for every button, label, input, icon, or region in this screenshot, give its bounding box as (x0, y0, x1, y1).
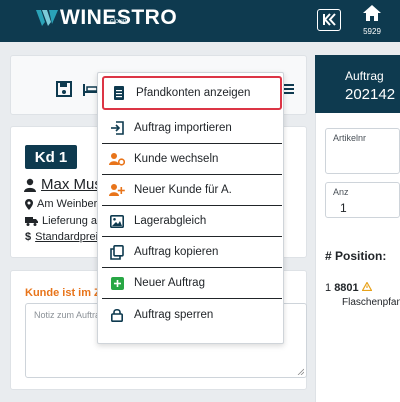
order-header: Auftrag 202142 (315, 55, 400, 113)
brand-logo[interactable]: WINESTRO (36, 7, 177, 35)
customer-warning: Kunde ist im Z (25, 287, 101, 299)
truck-icon (25, 216, 38, 226)
article-number-label: Artikelnr (333, 133, 367, 143)
document-icon (110, 84, 128, 102)
position-index: 1 (325, 282, 332, 294)
quantity-label: Anz (333, 187, 349, 197)
customer-number-badge[interactable]: Kd 1 (25, 145, 77, 169)
double-chevron-left-icon (323, 13, 336, 26)
menu-item-label: Auftrag sperren (134, 308, 214, 321)
menu-item-label: Auftrag kopieren (134, 246, 219, 258)
import-icon (108, 119, 126, 137)
resize-handle-icon[interactable] (297, 368, 304, 375)
menu-item-label: Lagerabgleich (134, 215, 207, 227)
menu-item-copy-order[interactable]: Auftrag kopieren (102, 237, 282, 268)
dollar-icon: $ (25, 231, 32, 243)
menu-item-label: Neuer Auftrag (134, 277, 205, 289)
note-placeholder: Notiz zum Auftra (34, 310, 101, 320)
position-article: 8801 (334, 282, 359, 294)
address-text: Am Weinberg (37, 198, 104, 210)
user-plus-icon (108, 181, 126, 199)
menu-item-pfandkonten[interactable]: Pfandkonten anzeigen (102, 76, 282, 110)
menu-item-lock-order[interactable]: Auftrag sperren (102, 299, 282, 330)
copy-icon (108, 243, 126, 261)
menu-item-new-customer[interactable]: Neuer Kunde für A. (102, 175, 282, 206)
menu-item-label: Pfandkonten anzeigen (136, 87, 251, 99)
position-row[interactable]: 1 8801 (325, 281, 373, 294)
menu-item-label: Neuer Kunde für A. (134, 184, 232, 196)
home-badge: 5929 (363, 27, 381, 36)
brand-subtitle: .cloud (108, 18, 127, 25)
menu-item-import[interactable]: Auftrag importieren (102, 113, 282, 144)
menu-item-label: Auftrag importieren (134, 122, 232, 134)
menu-item-label: Kunde wechseln (134, 153, 219, 165)
position-description: Flaschenpfan (342, 297, 400, 308)
address-line: Am Weinberg (25, 198, 103, 210)
price-list-line[interactable]: $ Standardpreis (25, 231, 104, 243)
quantity-value: 1 (340, 201, 347, 215)
collapse-button[interactable] (317, 9, 341, 31)
home-icon (363, 5, 381, 21)
price-list-link[interactable]: Standardpreis (35, 231, 104, 243)
customer-name: Max Mus (41, 176, 102, 193)
user-icon (24, 178, 36, 192)
menu-item-change-customer[interactable]: Kunde wechseln (102, 144, 282, 175)
actions-dropdown-menu: Pfandkonten anzeigen Auftrag importieren… (97, 72, 284, 344)
quantity-field[interactable]: Anz 1 (325, 182, 400, 218)
article-number-field[interactable]: Artikelnr (325, 128, 400, 174)
top-navbar: WINESTRO .cloud 5929 (0, 0, 400, 42)
save-icon[interactable] (55, 80, 73, 98)
delivery-line: Lieferung an (25, 215, 103, 227)
map-marker-icon (25, 198, 33, 210)
menu-item-stock-sync[interactable]: Lagerabgleich (102, 206, 282, 237)
menu-item-new-order[interactable]: Neuer Auftrag (102, 268, 282, 299)
customer-name-link[interactable]: Max Mus (23, 176, 102, 193)
delivery-text: Lieferung an (42, 215, 104, 227)
plus-square-icon (108, 274, 126, 292)
warning-icon (361, 281, 373, 292)
order-title: Auftrag (345, 69, 384, 83)
order-number: 202142 (345, 86, 396, 103)
image-icon (108, 212, 126, 230)
position-header: # Position: (325, 249, 387, 263)
lock-icon (108, 306, 126, 324)
logo-mark-icon (36, 10, 58, 26)
user-gear-icon (108, 150, 126, 168)
home-button[interactable]: 5929 (360, 5, 384, 36)
